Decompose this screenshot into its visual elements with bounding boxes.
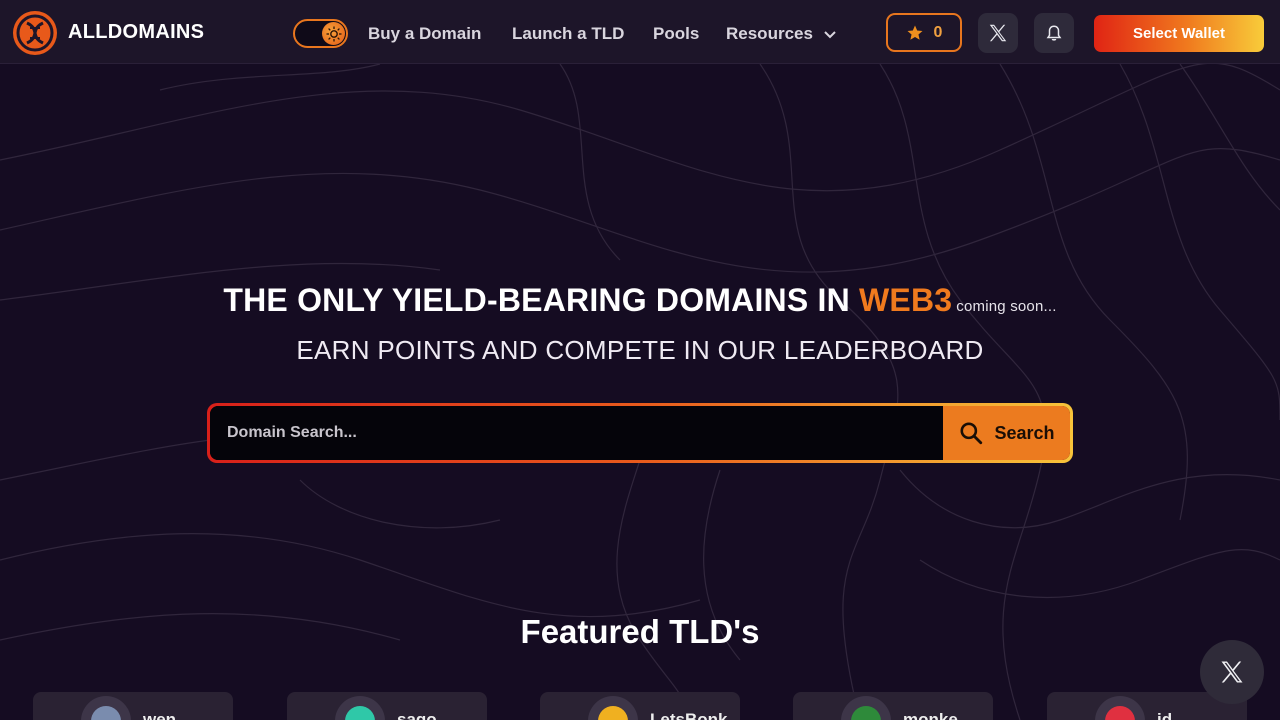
nav-buy-domain[interactable]: Buy a Domain — [368, 24, 481, 44]
tld-card-sago[interactable]: sago — [287, 692, 487, 720]
top-navbar: ALLDOMAINS Buy a Domain Launch a TLD Poo… — [0, 0, 1280, 64]
points-count: 0 — [933, 23, 943, 41]
brand-name[interactable]: ALLDOMAINS — [68, 21, 204, 44]
tld-avatar-image — [851, 706, 881, 720]
tld-avatar — [841, 696, 891, 720]
tld-card-wen[interactable]: wen — [33, 692, 233, 720]
x-social-button[interactable] — [978, 13, 1018, 53]
tld-avatar-image — [1105, 706, 1135, 720]
tld-avatar — [335, 696, 385, 720]
nav-resources[interactable]: Resources — [726, 24, 836, 44]
tld-avatar — [588, 696, 638, 720]
notifications-button[interactable] — [1034, 13, 1074, 53]
domain-search-bar: Search — [207, 403, 1073, 463]
domain-search-input[interactable] — [210, 406, 943, 460]
tld-name: monke — [903, 710, 958, 720]
hero-title: THE ONLY YIELD-BEARING DOMAINS IN WEB3 co… — [0, 282, 1280, 319]
bell-icon — [1046, 25, 1062, 41]
tld-name: id — [1157, 710, 1173, 720]
star-icon — [907, 25, 923, 40]
search-icon — [960, 422, 983, 445]
tld-name: sago — [397, 710, 437, 720]
tld-name: wen — [143, 710, 177, 720]
x-logo-icon — [1221, 661, 1243, 683]
brand-logo-icon[interactable] — [12, 10, 58, 56]
hero-title-main: THE ONLY YIELD-BEARING DOMAINS IN — [223, 282, 850, 318]
chevron-down-icon — [823, 30, 836, 38]
tld-avatar — [1095, 696, 1145, 720]
tld-avatar — [81, 696, 131, 720]
sun-icon — [322, 22, 345, 45]
tld-card-monke[interactable]: monke — [793, 692, 993, 720]
select-wallet-button[interactable]: Select Wallet — [1094, 15, 1264, 52]
tld-card-letsbonk[interactable]: LetsBonk — [540, 692, 740, 720]
points-button[interactable]: 0 — [886, 13, 962, 52]
floating-x-button[interactable] — [1200, 640, 1264, 704]
tld-avatar-image — [345, 706, 375, 720]
featured-tlds-heading: Featured TLD's — [520, 613, 760, 650]
tld-name: LetsBonk — [650, 710, 728, 720]
tld-avatar-image — [91, 706, 121, 720]
search-button-label: Search — [994, 422, 1055, 443]
hero-subtitle: EARN POINTS AND COMPETE IN OUR LEADERBOA… — [296, 335, 984, 365]
hero-title-accent: WEB3 — [859, 282, 953, 318]
search-button[interactable]: Search — [943, 406, 1070, 460]
x-logo-icon — [989, 24, 1007, 42]
nav-launch-tld[interactable]: Launch a TLD — [512, 24, 624, 44]
nav-pools[interactable]: Pools — [653, 24, 699, 44]
hero-coming-soon: coming soon... — [956, 298, 1057, 315]
tld-avatar-image — [598, 706, 628, 720]
nav-resources-label: Resources — [726, 24, 813, 43]
theme-toggle[interactable] — [293, 19, 348, 48]
